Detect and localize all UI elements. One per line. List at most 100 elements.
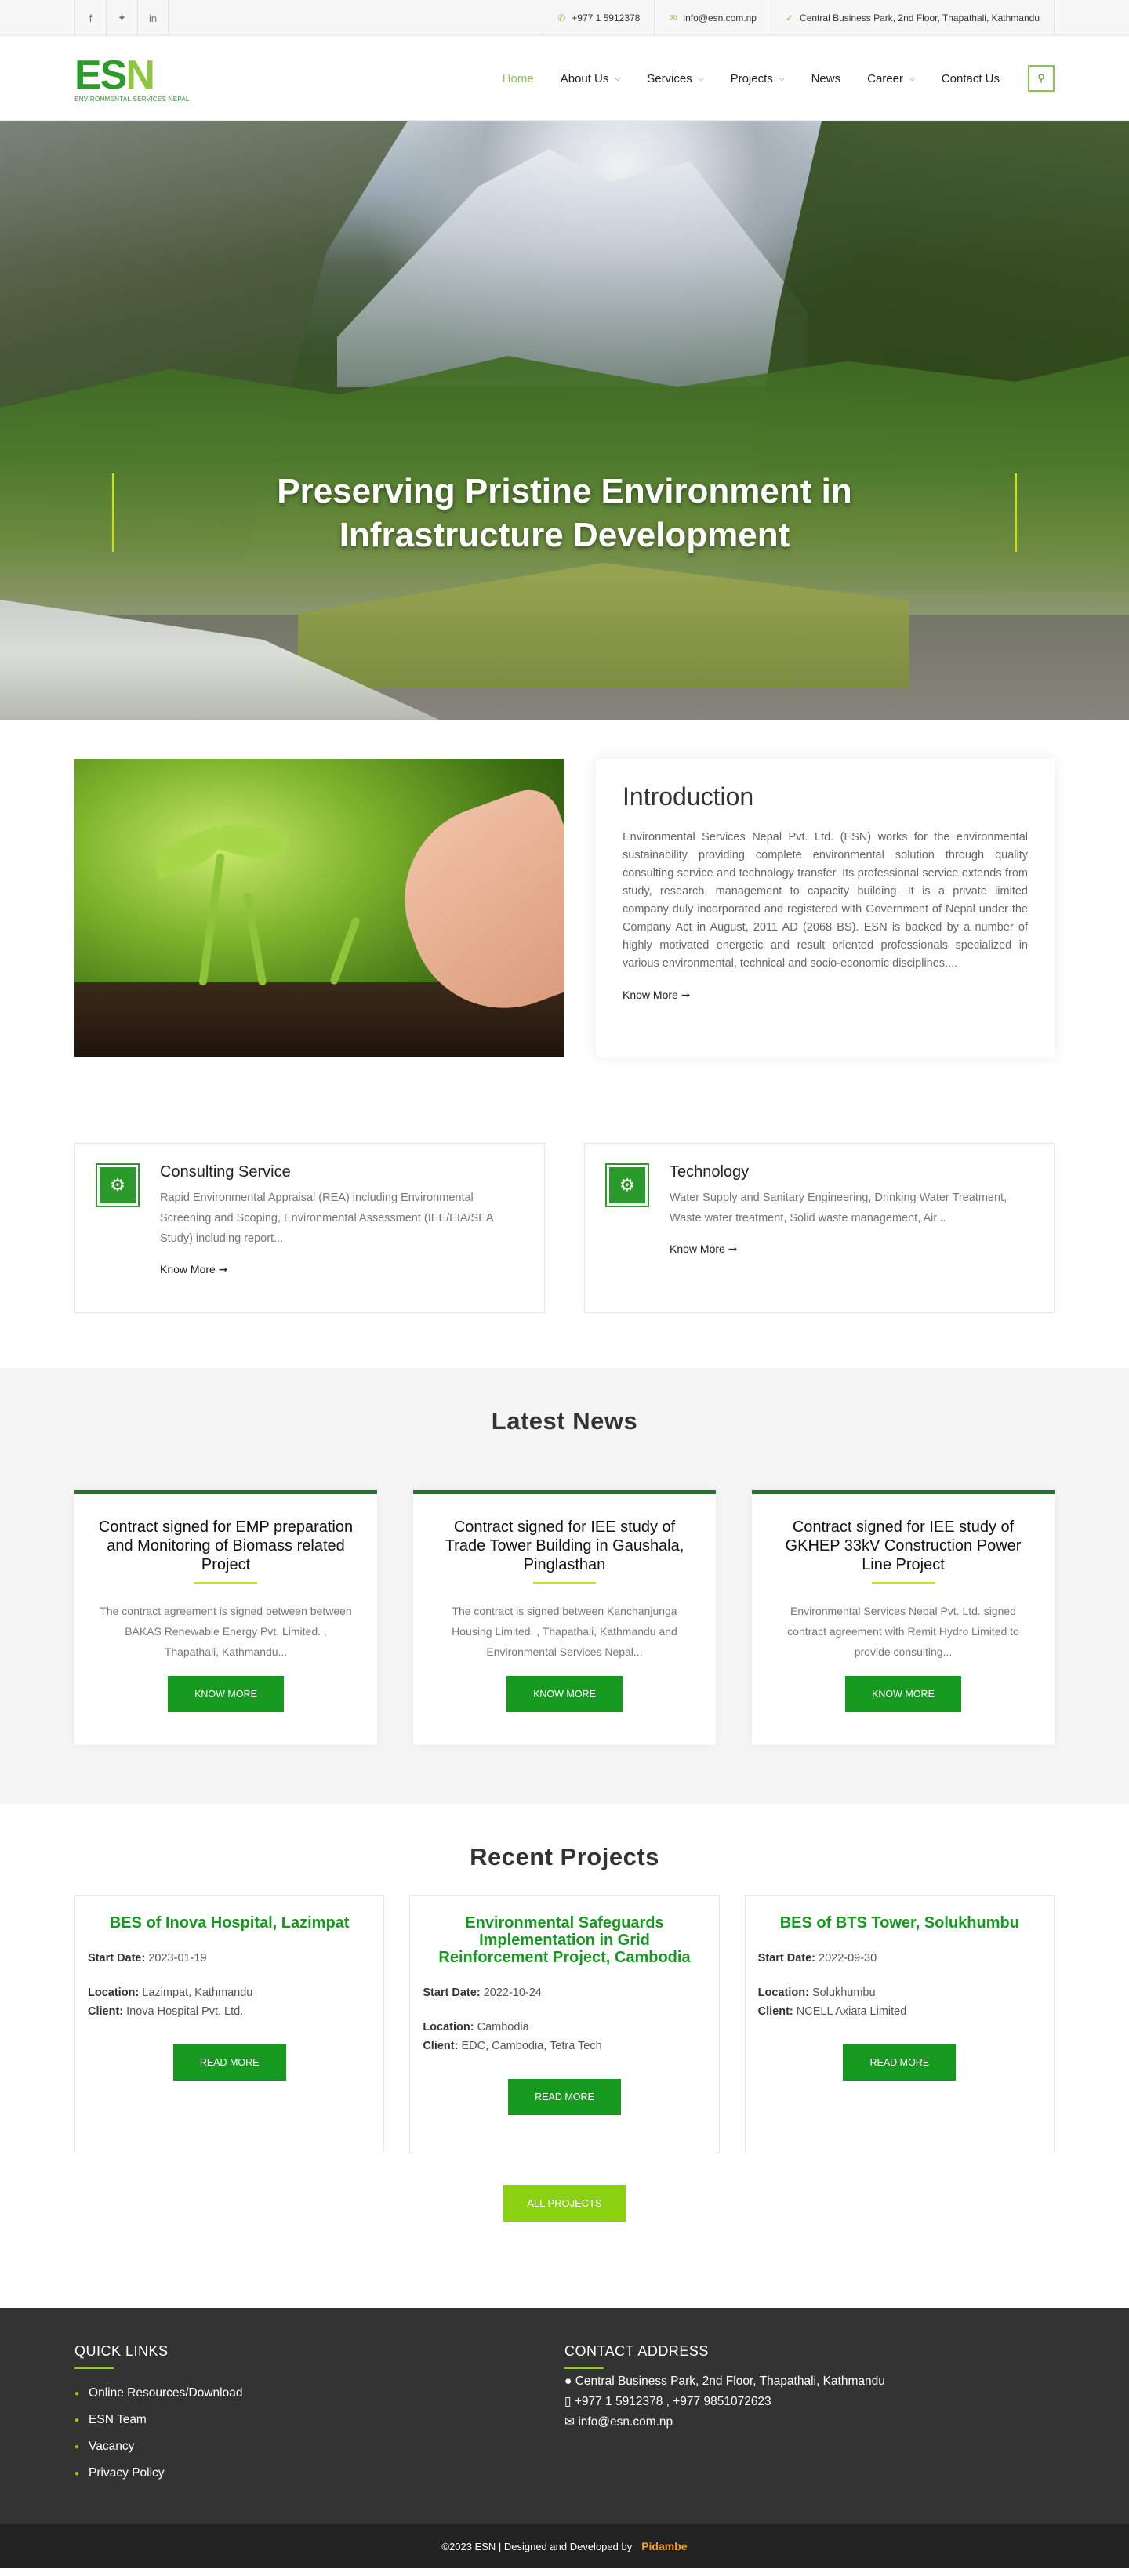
project-read-more-button[interactable]: READ MORE (843, 2044, 957, 2081)
news-card: Contract signed for IEE study of GKHEP 3… (752, 1490, 1055, 1745)
introduction-title: Introduction (623, 782, 754, 811)
service-title: Technology (670, 1163, 750, 1181)
project-read-more-button[interactable]: READ MORE (172, 2044, 286, 2081)
news-know-more-button[interactable]: KNOW MORE (506, 1676, 623, 1712)
introduction-section: Introduction Environmental Services Nepa… (0, 720, 1129, 1127)
service-know-more-link[interactable]: Know More ➞ (160, 1263, 227, 1275)
footer-link-label: ESN Team (89, 2413, 147, 2426)
phone-icon: ▯ (564, 2395, 572, 2408)
developer-logo[interactable]: Pidambe (641, 2540, 687, 2552)
chevron-down-icon: ⌵ (698, 74, 704, 82)
top-contact-info: ✆ +977 1 5912378 ✉ info@esn.com.np ✓ Centra… (543, 0, 1055, 36)
project-client: NCELL Axiata Limited (796, 2005, 907, 2018)
main-nav: Home About Us ⌵ Services ⌵ Projects ⌵ News … (476, 65, 1055, 92)
location-icon: ● (564, 2375, 572, 2388)
introduction-know-more-link[interactable]: Know More ➞ (623, 989, 690, 1001)
project-client: Inova Hospital Pvt. Ltd. (126, 2005, 244, 2018)
service-text: Water Supply and Sanitary Engineering, D… (670, 1192, 1007, 1225)
top-address: ✓ Central Business Park, 2nd Floor, Thapa… (770, 0, 1055, 36)
project-start-date: 2023-01-19 (148, 1952, 207, 1965)
client-label: Client: (757, 2005, 793, 2018)
nav-contact-us[interactable]: Contact Us (942, 72, 1000, 85)
footer-link[interactable]: ● Privacy Policy (74, 2466, 564, 2480)
news-title[interactable]: Contract signed for EMP preparation and … (98, 1518, 354, 1574)
project-location: Lazimpat, Kathmandu (142, 1986, 253, 1999)
contact-address: CONTACT ADDRESS ● Central Business Park,… (564, 2343, 1055, 2493)
project-card: BES of BTS Tower, Solukhumbu Start Date:… (744, 1895, 1055, 2153)
recent-projects-section: Recent Projects BES of Inova Hospital, L… (0, 1804, 1129, 2308)
footer-link[interactable]: ● ESN Team (74, 2413, 564, 2427)
copyright-bar: ©2023 ESN | Designed and Developed by Pi… (0, 2524, 1129, 2568)
twitter-icon[interactable]: ✦ (106, 0, 137, 36)
nav-about-us[interactable]: About Us ⌵ (561, 72, 621, 85)
seedling-image (74, 759, 564, 1057)
nav-projects[interactable]: Projects ⌵ (731, 72, 785, 85)
news-card: Contract signed for IEE study of Trade T… (413, 1490, 716, 1745)
start-date-label: Start Date: (757, 1952, 815, 1965)
location-icon: ✓ (785, 13, 794, 24)
location-label: Location: (423, 2021, 474, 2034)
project-card: Environmental Safeguards Implementation … (409, 1895, 720, 2153)
project-start-date: 2022-10-24 (483, 1986, 542, 1999)
client-label: Client: (423, 2040, 459, 2052)
nav-career[interactable]: Career ⌵ (867, 72, 915, 85)
footer-link-label: Online Resources/Download (89, 2386, 243, 2400)
footer-link-label: Vacancy (89, 2440, 135, 2453)
gears-icon: ⚙ (100, 1167, 136, 1203)
footer-link[interactable]: ● Vacancy (74, 2440, 564, 2454)
top-address-text: Central Business Park, 2nd Floor, Thapat… (800, 13, 1040, 24)
facebook-icon[interactable]: f (74, 0, 106, 36)
location-label: Location: (757, 1986, 809, 1999)
footer-email[interactable]: ✉ info@esn.com.np (564, 2415, 1055, 2429)
nav-label: About Us (560, 71, 609, 85)
quick-links-title: QUICK LINKS (74, 2343, 169, 2359)
nav-home[interactable]: Home (503, 72, 534, 85)
footer-email-text: info@esn.com.np (578, 2415, 673, 2429)
news-know-more-button[interactable]: KNOW MORE (168, 1676, 284, 1712)
service-know-more-link[interactable]: Know More ➞ (670, 1243, 737, 1255)
start-date-label: Start Date: (88, 1952, 146, 1965)
news-title[interactable]: Contract signed for IEE study of GKHEP 3… (775, 1518, 1031, 1574)
bullet-icon: ● (74, 2442, 80, 2451)
all-projects-button[interactable]: ALL PROJECTS (503, 2185, 626, 2222)
recent-projects-title: Recent Projects (470, 1843, 659, 1870)
nav-news[interactable]: News (811, 72, 841, 85)
search-icon: ⚲ (1037, 72, 1045, 84)
top-email[interactable]: ✉ info@esn.com.np (654, 0, 771, 36)
sprout-stem (198, 853, 225, 986)
top-phone-text: +977 1 5912378 (572, 13, 641, 24)
news-title[interactable]: Contract signed for IEE study of Trade T… (437, 1518, 692, 1574)
hero-mountain (337, 149, 808, 387)
project-title[interactable]: BES of BTS Tower, Solukhumbu (758, 1914, 1041, 1932)
footer-link[interactable]: ● Online Resources/Download (74, 2386, 564, 2400)
news-card: Contract signed for EMP preparation and … (74, 1490, 377, 1745)
nav-services[interactable]: Services ⌵ (647, 72, 703, 85)
search-button[interactable]: ⚲ (1028, 65, 1055, 92)
project-read-more-button[interactable]: READ MORE (508, 2079, 621, 2115)
news-excerpt: The contract agreement is signed between… (100, 1605, 352, 1658)
news-divider (533, 1582, 596, 1584)
sprout-stem (242, 892, 267, 986)
logo-mark: ESN (74, 52, 155, 98)
linkedin-icon[interactable]: in (137, 0, 169, 36)
project-title[interactable]: Environmental Safeguards Implementation … (423, 1914, 706, 1966)
introduction-card: Introduction Environmental Services Nepa… (596, 759, 1055, 1057)
hero-caption-line2: Infrastructure Development (339, 516, 790, 554)
site-footer: QUICK LINKS ● Online Resources/Download ●… (0, 2308, 1129, 2524)
news-know-more-button[interactable]: KNOW MORE (845, 1676, 961, 1712)
project-title[interactable]: BES of Inova Hospital, Lazimpat (88, 1914, 371, 1932)
gears-icon: ⚙ (609, 1167, 645, 1203)
latest-news-title: Latest News (491, 1407, 638, 1435)
introduction-text: Environmental Services Nepal Pvt. Ltd. (… (623, 831, 1028, 970)
service-text: Rapid Environmental Appraisal (REA) incl… (160, 1192, 493, 1245)
contact-address-title: CONTACT ADDRESS (564, 2343, 709, 2359)
nav-label: Contact Us (941, 71, 1000, 85)
service-icon-frame: ⚙ (96, 1163, 140, 1207)
quick-links: QUICK LINKS ● Online Resources/Download ●… (74, 2343, 564, 2493)
envelope-icon: ✉ (669, 13, 677, 24)
logo-subtitle: ENVIRONMENTAL SERVICES NEPAL (74, 95, 190, 103)
top-phone[interactable]: ✆ +977 1 5912378 (543, 0, 654, 36)
site-logo[interactable]: ESN ENVIRONMENTAL SERVICES NEPAL (74, 55, 190, 103)
project-client: EDC, Cambodia, Tetra Tech (461, 2040, 602, 2052)
project-start-date: 2022-09-30 (819, 1952, 877, 1965)
